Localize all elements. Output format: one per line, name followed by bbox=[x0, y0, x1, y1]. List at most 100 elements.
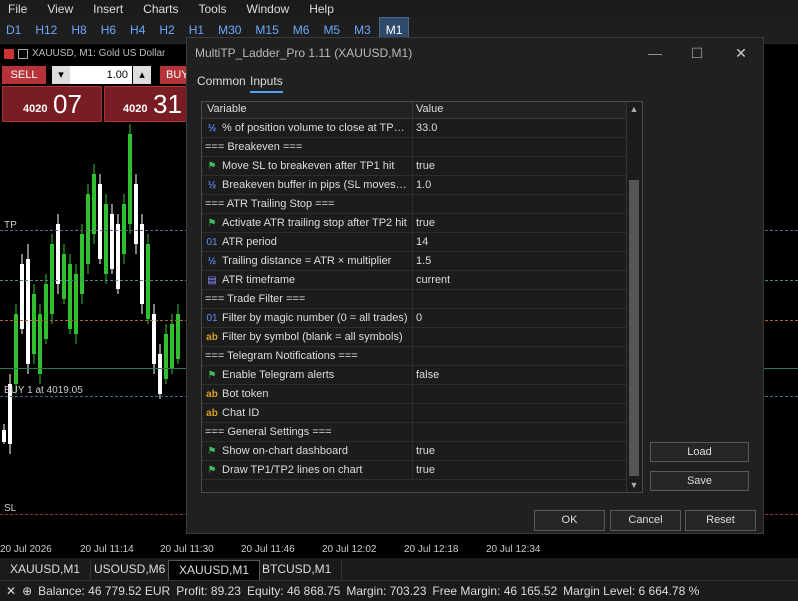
sl-label: SL bbox=[4, 503, 17, 514]
input-row[interactable]: ⚑ Draw TP1/TP2 lines on chart true bbox=[202, 461, 626, 480]
section-header-row[interactable]: === Breakeven === bbox=[202, 138, 626, 157]
chart-tab[interactable]: USOUSD,M6 bbox=[84, 560, 177, 579]
input-row[interactable]: ⚑ Move SL to breakeven after TP1 hit true bbox=[202, 157, 626, 176]
timeframe-h6[interactable]: H6 bbox=[95, 18, 122, 42]
minimize-button[interactable]: — bbox=[643, 42, 667, 64]
variable-value[interactable]: 1.0 bbox=[416, 179, 431, 191]
candle-body bbox=[134, 184, 138, 244]
variable-value[interactable]: 1.5 bbox=[416, 255, 431, 267]
input-row[interactable]: 01 ATR period 14 bbox=[202, 233, 626, 252]
boolean-flag-icon: ⚑ bbox=[207, 465, 217, 476]
variable-name: === General Settings === bbox=[205, 426, 332, 438]
variable-value[interactable]: 0 bbox=[416, 312, 422, 324]
balance-text: Balance: 46 779.52 EUR bbox=[38, 584, 171, 598]
variable-name: Draw TP1/TP2 lines on chart bbox=[222, 464, 363, 476]
column-header-value[interactable]: Value bbox=[416, 103, 443, 115]
section-header-row[interactable]: === ATR Trailing Stop === bbox=[202, 195, 626, 214]
input-row[interactable]: ab Bot token bbox=[202, 385, 626, 404]
menu-item-help[interactable]: Help bbox=[301, 2, 346, 16]
scroll-down-icon[interactable]: ▼ bbox=[627, 478, 641, 492]
input-row[interactable]: ▤ ATR timeframe current bbox=[202, 271, 626, 290]
ok-button[interactable]: OK bbox=[534, 510, 605, 531]
scrollbar-thumb[interactable] bbox=[629, 180, 639, 476]
menu-item-charts[interactable]: Charts bbox=[135, 2, 190, 16]
section-header-row[interactable]: === Telegram Notifications === bbox=[202, 347, 626, 366]
candle-body bbox=[44, 284, 48, 339]
variable-value[interactable]: 33.0 bbox=[416, 122, 437, 134]
timeframe-h2[interactable]: H2 bbox=[153, 18, 180, 42]
variable-value[interactable]: true bbox=[416, 445, 435, 457]
menu-item-insert[interactable]: Insert bbox=[85, 2, 135, 16]
cancel-button[interactable]: Cancel bbox=[610, 510, 681, 531]
timeframe-h12[interactable]: H12 bbox=[29, 18, 63, 42]
timeframe-d1[interactable]: D1 bbox=[0, 18, 27, 42]
candle-body bbox=[122, 204, 126, 254]
reset-button[interactable]: Reset bbox=[685, 510, 756, 531]
timeframe-h8[interactable]: H8 bbox=[65, 18, 92, 42]
add-icon[interactable]: ⊕ bbox=[22, 584, 32, 598]
chart-tab[interactable]: XAUUSD,M1 bbox=[168, 560, 261, 580]
maximize-icon: ☐ bbox=[690, 45, 704, 61]
variable-value[interactable]: current bbox=[416, 274, 450, 286]
tab-inputs[interactable]: Inputs bbox=[250, 74, 283, 93]
menu-item-window[interactable]: Window bbox=[239, 2, 302, 16]
input-row[interactable]: ab Chat ID bbox=[202, 404, 626, 423]
input-row[interactable]: ab Filter by symbol (blank = all symbols) bbox=[202, 328, 626, 347]
variable-value[interactable]: true bbox=[416, 464, 435, 476]
chevron-up-icon: ▴ bbox=[139, 69, 145, 81]
candle-body bbox=[80, 234, 84, 294]
chart-title-text: XAUUSD, M1: Gold US Dollar bbox=[32, 48, 166, 59]
chart-symbol-icon bbox=[4, 48, 14, 59]
cell-divider bbox=[412, 252, 413, 271]
input-row[interactable]: 01 Filter by magic number (0 = all trades… bbox=[202, 309, 626, 328]
chart-tab[interactable]: XAUUSD,M1 bbox=[0, 560, 92, 579]
candle-body bbox=[56, 224, 60, 284]
string-icon: ab bbox=[206, 389, 218, 400]
section-header-row[interactable]: === Trade Filter === bbox=[202, 290, 626, 309]
close-button[interactable]: ✕ bbox=[729, 42, 753, 64]
string-icon: ab bbox=[206, 332, 218, 343]
variable-value[interactable]: true bbox=[416, 160, 435, 172]
save-button[interactable]: Save bbox=[650, 471, 749, 491]
status-bar: ✕ ⊕ Balance: 46 779.52 EUR Profit: 89.23… bbox=[0, 580, 798, 601]
scroll-up-icon[interactable]: ▲ bbox=[627, 102, 641, 116]
tab-common[interactable]: Common bbox=[197, 74, 246, 91]
menu-item-view[interactable]: View bbox=[39, 2, 85, 16]
volume-decrease-button[interactable]: ▾ bbox=[52, 66, 70, 84]
input-row[interactable]: ⚑ Enable Telegram alerts false bbox=[202, 366, 626, 385]
fraction-icon: ½ bbox=[207, 180, 217, 191]
sell-button[interactable]: SELL bbox=[2, 66, 46, 84]
volume-increase-button[interactable]: ▴ bbox=[133, 66, 151, 84]
vertical-scrollbar[interactable]: ▲ ▼ bbox=[626, 102, 641, 492]
maximize-button[interactable]: ☐ bbox=[685, 42, 709, 64]
inputs-table: Variable Value ½ % of position volume to … bbox=[201, 101, 643, 493]
volume-input[interactable]: 1.00 bbox=[70, 66, 132, 84]
input-row[interactable]: ½ % of position volume to close at TP2 (.… bbox=[202, 119, 626, 138]
input-row[interactable]: ⚑ Activate ATR trailing stop after TP2 hi… bbox=[202, 214, 626, 233]
input-row[interactable]: ⚑ Show on-chart dashboard true bbox=[202, 442, 626, 461]
variable-value[interactable]: 14 bbox=[416, 236, 428, 248]
dialog-titlebar[interactable]: MultiTP_Ladder_Pro 1.11 (XAUUSD,M1) — ☐ … bbox=[187, 38, 763, 68]
cell-divider bbox=[412, 461, 413, 480]
load-button[interactable]: Load bbox=[650, 442, 749, 462]
cell-divider bbox=[412, 423, 413, 442]
sell-price-box[interactable]: 4020 07 bbox=[2, 86, 102, 122]
variable-value[interactable]: false bbox=[416, 369, 439, 381]
buy-price-box[interactable]: 4020 31 bbox=[104, 86, 188, 122]
variable-value[interactable]: true bbox=[416, 217, 435, 229]
one-click-trading-icon[interactable] bbox=[18, 48, 28, 59]
column-header-variable[interactable]: Variable bbox=[207, 103, 247, 115]
input-row[interactable]: ½ Breakeven buffer in pips (SL moves to .… bbox=[202, 176, 626, 195]
close-icon[interactable]: ✕ bbox=[6, 584, 16, 598]
equity-text: Equity: 46 868.75 bbox=[246, 584, 341, 598]
chart-tab[interactable]: BTCUSD,M1 bbox=[252, 560, 343, 579]
integer-icon: 01 bbox=[206, 237, 218, 248]
timeframe-h4[interactable]: H4 bbox=[124, 18, 151, 42]
candle-body bbox=[152, 314, 156, 364]
input-row[interactable]: ½ Trailing distance = ATR × multiplier 1.5 bbox=[202, 252, 626, 271]
section-header-row[interactable]: === General Settings === bbox=[202, 423, 626, 442]
menu-item-file[interactable]: File bbox=[0, 2, 39, 16]
menu-item-tools[interactable]: Tools bbox=[191, 2, 239, 16]
column-divider[interactable] bbox=[412, 102, 413, 118]
candle-body bbox=[170, 324, 174, 369]
